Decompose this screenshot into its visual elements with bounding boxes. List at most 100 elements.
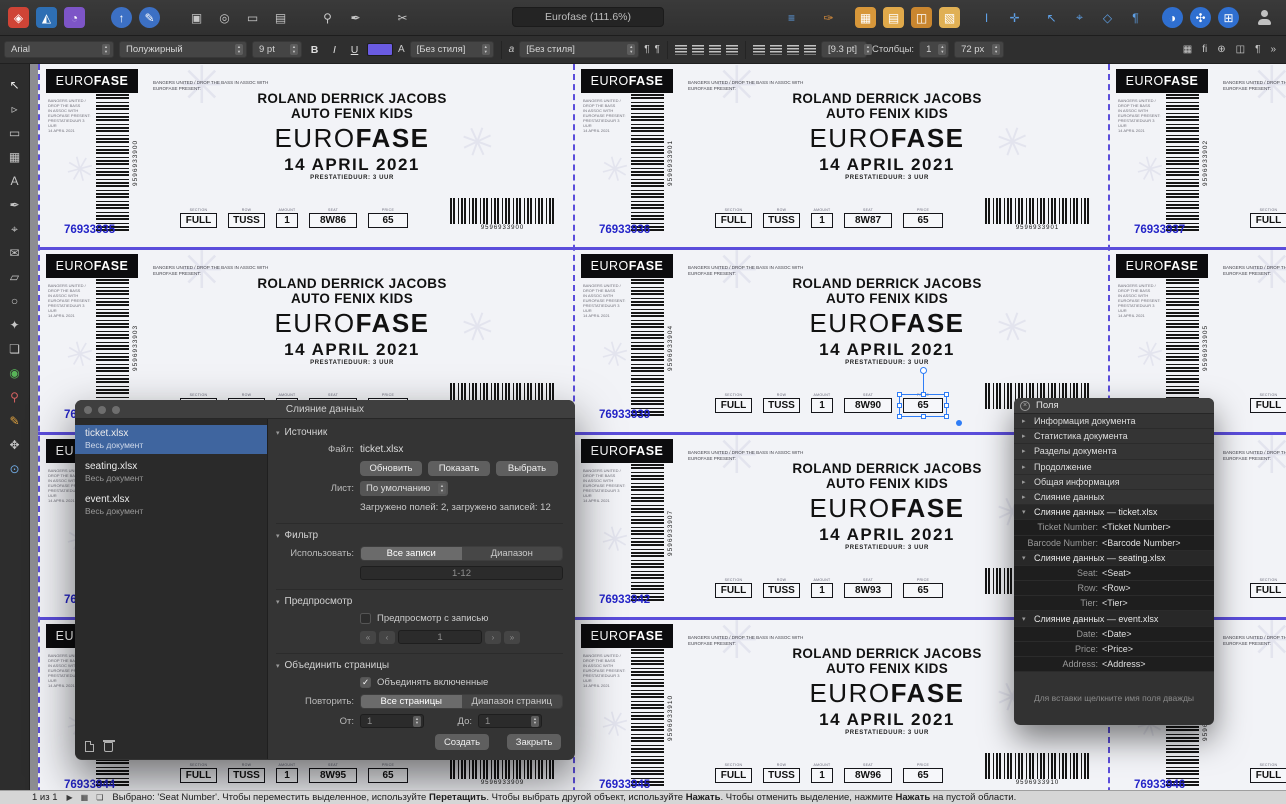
ticket-field-amount[interactable]: 1 [811,398,833,413]
numbered-list-icon[interactable] [804,45,816,55]
text-wrap-icon[interactable]: ◫ [1236,44,1245,55]
ticket[interactable]: ✳ ✳ ✳ EUROFASE BANGERS UNITED /DROP THE … [575,64,1108,247]
ticket-field-seat[interactable]: 8W93 [844,583,892,598]
stepper-icon[interactable]: ▲▼ [531,716,539,727]
rectangle-tool-icon[interactable]: ▱ [5,268,25,286]
picture-frame-icon[interactable]: ▣ [186,7,207,28]
category-информация-документа[interactable]: ▸Информация документа [1014,414,1214,429]
category-общая-информация[interactable]: ▸Общая информация [1014,475,1214,490]
ticket-field-price[interactable]: 65 [903,768,943,783]
crop-tool-icon[interactable]: ❏ [5,340,25,358]
stepper-icon[interactable]: ▲▼ [627,44,635,55]
pencil-tool-icon[interactable]: ✎ [5,412,25,430]
source-item-event-xlsx[interactable]: event.xlsxВесь документ [75,491,267,520]
next-record-icon[interactable]: › [485,631,501,644]
bold-button[interactable]: B [307,41,322,58]
character-style-select[interactable]: [Без стиля] ▲▼ [410,41,494,58]
merge-included-checkbox[interactable]: ✓ [360,677,371,688]
chevron-down-icon[interactable]: ▾ [1022,508,1029,516]
sheet-select[interactable]: По умолчанию ▲▼ [360,481,448,496]
ticket-field-price[interactable]: 65 [368,213,408,228]
grid-view-icon[interactable]: ▦ [81,793,89,802]
frame-text-tool-icon[interactable]: ▭ [5,124,25,142]
rect-frame-icon[interactable]: ▭ [242,7,263,28]
artistic-text-tool-icon[interactable]: A [5,172,25,190]
font-size-select[interactable]: 9 pt ▲▼ [252,41,302,58]
preview-icon[interactable]: ❏ [96,793,103,802]
paragraph-spacing-icon[interactable] [770,45,782,55]
ticket-field-amount[interactable]: 1 [276,768,298,783]
stepper-icon[interactable]: ▲▼ [482,44,490,55]
ticket-field-row[interactable]: TUSS [763,213,800,228]
assets-panel-icon[interactable]: ◫ [911,7,932,28]
ticket-field-row[interactable]: TUSS [228,768,265,783]
pilcrow-icon[interactable]: ¶ [1255,44,1260,55]
record-range-input[interactable]: 1-12 [360,566,563,580]
field-item[interactable]: Ticket Number:<Ticket Number> [1014,520,1214,535]
align-justify-icon[interactable] [726,45,738,55]
leading-select[interactable]: [9.3 pt] ▲▼ [821,41,867,58]
node-tool-icon[interactable]: ⌖ [5,220,25,238]
chevron-right-icon[interactable]: ▸ [1022,478,1029,486]
chevron-right-icon[interactable]: ▸ [1022,493,1029,501]
ticket-field-section[interactable]: FULL [180,768,217,783]
eyedropper-icon[interactable]: ✒ [345,7,366,28]
ticket[interactable]: ✳ ✳ ✳ EUROFASE BANGERS UNITED /DROP THE … [40,64,573,247]
paragraph-icon[interactable]: ¶ [1125,7,1146,28]
section-merge-pages[interactable]: ▾Объединить страницы [276,653,563,671]
segment-диапазон-страниц[interactable]: Диапазон страниц [462,695,563,708]
category-статистика-документа[interactable]: ▸Статистика документа [1014,429,1214,444]
ticket-field-price[interactable]: 65 [903,583,943,598]
pages-panel-icon[interactable]: ▧ [939,7,960,28]
ticket-field-section[interactable]: FULL [715,398,752,413]
text-flow-icon[interactable]: ≡ [781,7,802,28]
ticket-field-seat[interactable]: 8W87 [844,213,892,228]
font-family-select[interactable]: Arial ▲▼ [4,41,114,58]
ticket-field-section[interactable]: FULL [1250,583,1286,598]
ellipse-tool-icon[interactable]: ○ [5,292,25,310]
source-item-seating-xlsx[interactable]: seating.xlsxВесь документ [75,458,267,487]
field-item[interactable]: Date:<Date> [1014,627,1214,642]
zoom-tool-icon[interactable]: ⊙ [5,460,25,478]
segment-все-записи[interactable]: Все записи [361,547,462,560]
align-right-icon[interactable] [709,45,721,55]
choose-button[interactable]: Выбрать [496,461,558,476]
source-item-ticket-xlsx[interactable]: ticket.xlsxВесь документ [75,425,267,454]
toolbar-overflow-icon[interactable]: » [1270,44,1276,55]
close-panel-icon[interactable]: × [1020,401,1030,411]
field-group-слияние-данных-event-xlsx[interactable]: ▾Слияние данных — event.xlsx [1014,611,1214,626]
brush-icon[interactable]: ✑ [818,7,839,28]
ticket-field-section[interactable]: FULL [715,768,752,783]
ticket-field-seat[interactable]: 8W96 [844,768,892,783]
stepper-icon[interactable]: ▲▼ [235,44,243,55]
insert-icon[interactable]: ⊕ [1217,44,1225,55]
account-icon[interactable] [1255,8,1274,27]
category-слияние-данных[interactable]: ▸Слияние данных [1014,490,1214,505]
field-item[interactable]: Barcode Number:<Barcode Number> [1014,536,1214,551]
stepper-icon[interactable]: ▲▼ [290,44,298,55]
bullet-list-icon[interactable] [787,45,799,55]
pin-icon[interactable]: ⚲ [317,7,338,28]
chevron-right-icon[interactable]: ▸ [1022,432,1029,440]
shape-tool-icon[interactable]: ✦ [5,316,25,334]
underline-button[interactable]: U [347,41,362,58]
ticket-field-section[interactable]: FULL [715,213,752,228]
text-frame-icon[interactable]: ▤ [270,7,291,28]
chevron-right-icon[interactable]: ▸ [1022,447,1029,455]
ticket-field-section[interactable]: FULL [1250,213,1286,228]
node-icon[interactable]: ⌖ [1069,7,1090,28]
stepper-icon[interactable]: ▲▼ [992,44,1000,55]
move-icon[interactable]: ↖ [1041,7,1062,28]
line-spacing-icon[interactable] [753,45,765,55]
ticket-field-price[interactable]: 65 [903,398,943,413]
chevron-right-icon[interactable]: ▸ [1022,417,1029,425]
stepper-icon[interactable]: ▲▼ [938,44,946,55]
annotate-icon[interactable]: ✎ [139,7,160,28]
field-item[interactable]: Address:<Address> [1014,657,1214,672]
ticket-field-row[interactable]: TUSS [763,768,800,783]
ticket-field-section[interactable]: FULL [715,583,752,598]
reverse-paragraph-icon[interactable]: ¶ [655,44,660,55]
ticket-field-seat[interactable]: 8W90 [844,398,892,413]
close-window-icon[interactable] [84,406,92,414]
fill-color-swatch[interactable] [367,43,393,56]
